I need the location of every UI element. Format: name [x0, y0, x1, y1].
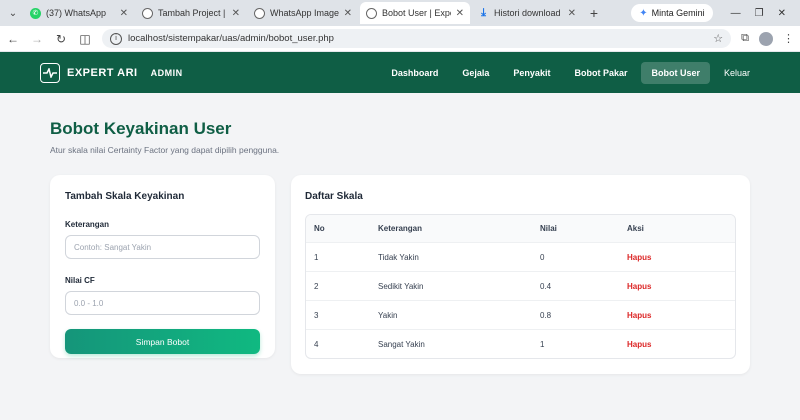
nav-item-penyakit[interactable]: Penyakit	[503, 62, 560, 84]
delete-link[interactable]: Hapus	[627, 311, 651, 320]
globe-icon	[254, 7, 265, 19]
close-icon[interactable]: ✕	[456, 8, 464, 19]
nav-item-dashboard[interactable]: Dashboard	[381, 62, 448, 84]
cell-no: 4	[314, 339, 319, 349]
browser-tab-tambah-project[interactable]: Tambah Project | Ad ✕	[136, 2, 246, 24]
scale-table: No Keterangan Nilai Aksi 1 Tidak Yakin 0…	[305, 214, 736, 359]
tab-search-icon[interactable]: ⌄	[4, 4, 22, 22]
url-field[interactable]: i localhost/sistempakar/uas/admin/bobot_…	[102, 29, 732, 48]
header-aksi: Aksi	[627, 224, 644, 233]
keterangan-label: Keterangan	[65, 220, 110, 229]
window-controls: — ❐ ✕	[715, 8, 796, 19]
globe-icon	[366, 7, 377, 19]
new-tab-button[interactable]: +	[584, 5, 604, 21]
reload-icon[interactable]: ↻	[54, 32, 68, 46]
cell-nilai: 0.8	[540, 310, 552, 320]
tab-title: (37) WhatsApp	[46, 8, 107, 18]
cell-keterangan: Tidak Yakin	[378, 252, 419, 262]
gemini-label: Minta Gemini	[651, 8, 705, 18]
profile-avatar[interactable]	[759, 31, 773, 46]
main-content: Bobot Keyakinan User Atur skala nilai Ce…	[0, 93, 800, 374]
pulse-icon	[40, 62, 60, 83]
url-text: localhost/sistempakar/uas/admin/bobot_us…	[128, 33, 334, 44]
table-header: No Keterangan Nilai Aksi	[306, 215, 735, 242]
cell-nilai: 1	[540, 339, 545, 349]
back-icon[interactable]: ←	[6, 32, 20, 46]
table-row: 3 Yakin 0.8 Hapus	[306, 300, 735, 329]
close-icon[interactable]: ✕	[120, 8, 128, 19]
scale-list-card: Daftar Skala No Keterangan Nilai Aksi 1 …	[291, 175, 750, 374]
nav-item-bobot-user[interactable]: Bobot User	[641, 61, 710, 84]
cell-nilai: 0.4	[540, 281, 552, 291]
tab-title: Bobot User | Expert	[382, 8, 451, 18]
list-title: Daftar Skala	[305, 191, 363, 202]
site-info-icon[interactable]: i	[110, 32, 122, 45]
gemini-spark-icon: ✦	[639, 7, 648, 19]
browser-tab-histori-download[interactable]: ⤓ Histori download ✕	[472, 2, 582, 24]
header-keterangan: Keterangan	[378, 224, 423, 233]
restore-icon[interactable]: ❐	[755, 8, 764, 19]
nav-item-gejala[interactable]: Gejala	[452, 62, 499, 84]
brand-name: EXPERT ARI	[67, 66, 138, 79]
cell-keterangan: Sedikit Yakin	[378, 281, 424, 291]
cell-no: 2	[314, 281, 319, 291]
form-title: Tambah Skala Keyakinan	[65, 191, 185, 202]
close-window-icon[interactable]: ✕	[778, 8, 786, 19]
nilai-cf-input[interactable]: 0.0 - 1.0	[65, 291, 260, 315]
cell-keterangan: Sangat Yakin	[378, 339, 425, 349]
content-columns: Tambah Skala Keyakinan Keterangan Contoh…	[50, 175, 750, 374]
cell-nilai: 0	[540, 252, 545, 262]
bookmark-star-icon[interactable]: ☆	[713, 32, 723, 45]
tab-title: Tambah Project | Ad	[158, 8, 227, 18]
save-weight-button[interactable]: Simpan Bobot	[65, 329, 260, 354]
add-scale-card: Tambah Skala Keyakinan Keterangan Contoh…	[50, 175, 275, 358]
nilai-cf-label: Nilai CF	[65, 276, 95, 285]
page-title: Bobot Keyakinan User	[50, 119, 232, 138]
table-row: 2 Sedikit Yakin 0.4 Hapus	[306, 271, 735, 300]
nav-item-bobot-pakar[interactable]: Bobot Pakar	[564, 62, 637, 84]
extensions-icon[interactable]: ⧉	[741, 32, 749, 45]
whatsapp-icon: ✆	[30, 7, 41, 19]
globe-icon	[142, 7, 153, 19]
browser-tab-bobot-user[interactable]: Bobot User | Expert ✕	[360, 2, 470, 24]
nav-item-keluar[interactable]: Keluar	[714, 62, 760, 84]
brand[interactable]: EXPERT ARI ADMIN	[40, 62, 183, 83]
address-bar: ← → ↻ ◫ i localhost/sistempakar/uas/admi…	[0, 26, 800, 52]
delete-link[interactable]: Hapus	[627, 253, 651, 262]
split-view-icon[interactable]: ◫	[78, 32, 92, 46]
delete-link[interactable]: Hapus	[627, 340, 651, 349]
forward-icon[interactable]: →	[30, 32, 44, 46]
table-row: 4 Sangat Yakin 1 Hapus	[306, 329, 735, 358]
browser-tab-whatsapp[interactable]: ✆ (37) WhatsApp ✕	[24, 2, 134, 24]
brand-role: ADMIN	[150, 67, 183, 78]
close-icon[interactable]: ✕	[568, 8, 576, 19]
delete-link[interactable]: Hapus	[627, 282, 651, 291]
browser-tab-whatsapp-image[interactable]: WhatsApp Image 20 ✕	[248, 2, 358, 24]
page-subtitle: Atur skala nilai Certainty Factor yang d…	[50, 145, 280, 155]
nav-menu: Dashboard Gejala Penyakit Bobot Pakar Bo…	[381, 61, 760, 84]
tab-title: WhatsApp Image 20	[270, 8, 339, 18]
cell-no: 1	[314, 252, 319, 262]
tab-title: Histori download	[494, 8, 561, 18]
header-nilai: Nilai	[540, 224, 557, 233]
app-navbar: EXPERT ARI ADMIN Dashboard Gejala Penyak…	[0, 52, 800, 93]
table-row: 1 Tidak Yakin 0 Hapus	[306, 242, 735, 271]
close-icon[interactable]: ✕	[344, 8, 352, 19]
close-icon[interactable]: ✕	[232, 8, 240, 19]
browser-tab-bar: ⌄ ✆ (37) WhatsApp ✕ Tambah Project | Ad …	[0, 0, 800, 26]
cell-keterangan: Yakin	[378, 310, 398, 320]
cell-no: 3	[314, 310, 319, 320]
gemini-button[interactable]: ✦ Minta Gemini	[631, 4, 713, 22]
more-menu-icon[interactable]: ⋮	[783, 32, 794, 45]
header-no: No	[314, 224, 325, 233]
minimize-icon[interactable]: —	[731, 8, 741, 19]
download-icon: ⤓	[481, 6, 486, 19]
keterangan-input[interactable]: Contoh: Sangat Yakin	[65, 235, 260, 259]
